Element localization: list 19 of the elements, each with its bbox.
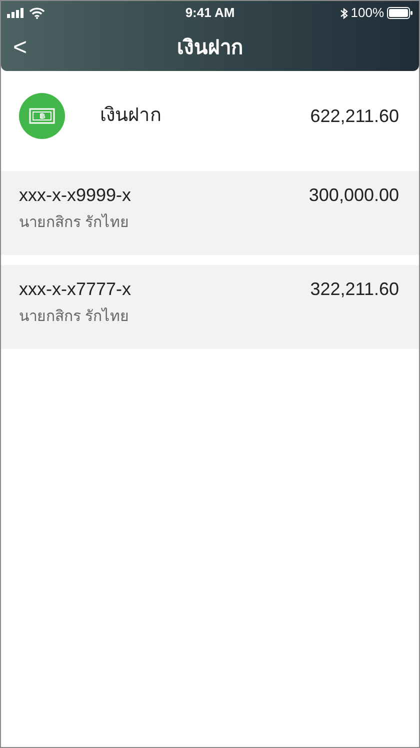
account-row[interactable]: xxx-x-x9999-x นายกสิกร รักไทย 300,000.00	[1, 171, 419, 255]
account-row[interactable]: xxx-x-x7777-x นายกสิกร รักไทย 322,211.60	[1, 265, 419, 349]
account-number: xxx-x-x9999-x	[19, 184, 132, 207]
battery-icon	[387, 7, 413, 19]
bluetooth-icon	[340, 6, 348, 20]
account-amount: 300,000.00	[308, 184, 400, 207]
account-amount: 322,211.60	[310, 278, 400, 301]
account-owner: นายกสิกร รักไทย	[19, 307, 130, 327]
banknote-icon	[19, 93, 65, 139]
summary-amount: 622,211.60	[310, 104, 400, 128]
summary-label: เงินฝาก	[100, 104, 162, 128]
page-title: เงินฝาก	[177, 36, 243, 61]
signal-icon	[7, 8, 25, 18]
account-owner: นายกสิกร รักไทย	[19, 213, 130, 233]
back-button[interactable]: <	[11, 36, 30, 60]
account-number: xxx-x-x7777-x	[19, 278, 132, 301]
wifi-icon	[29, 7, 45, 19]
status-time: 9:41 AM	[185, 4, 235, 22]
battery-percent: 100%	[350, 4, 384, 22]
